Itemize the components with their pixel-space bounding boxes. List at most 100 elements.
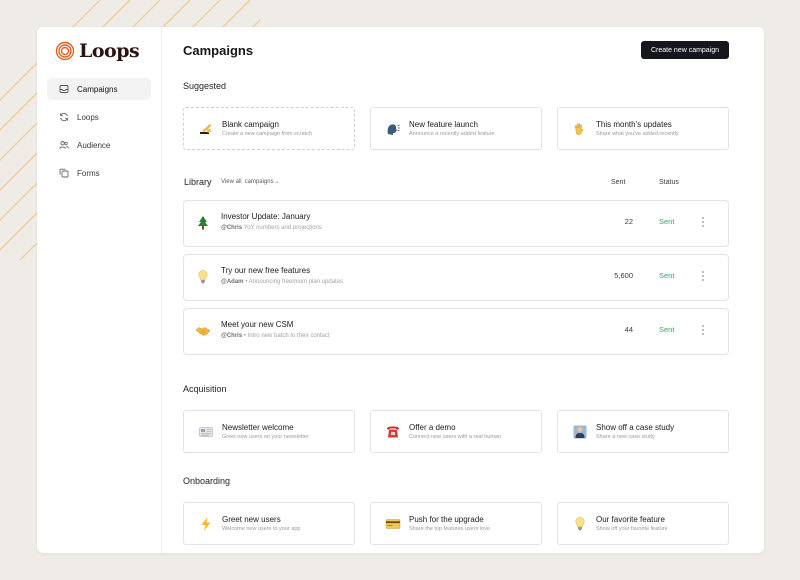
campaign-separator: • (245, 279, 248, 285)
card-subtitle: Create a new campaign from scratch (222, 131, 312, 137)
campaign-row[interactable]: Meet your new CSM @Chris • Intro new bat… (183, 308, 729, 355)
template-card[interactable]: Show off a case study Share a new case s… (557, 410, 729, 453)
create-campaign-button[interactable]: Create new campaign (641, 41, 729, 59)
campaign-meta: @Adam • Announcing freemium plan updates (221, 279, 343, 285)
more-options-icon[interactable] (700, 323, 706, 337)
speaking-head-icon (384, 120, 402, 138)
column-header-sent: Sent (611, 179, 626, 186)
sidebar-item-label: Loops (77, 112, 99, 122)
sidebar-item-label: Audience (77, 140, 111, 150)
arrow-right-icon: → (273, 179, 280, 185)
loops-logo-icon (55, 41, 75, 61)
card-title: Show off a case study (596, 423, 675, 432)
campaign-sent-count: 5,600 (614, 271, 633, 280)
template-card[interactable]: Blank campaign Create a new campaign fro… (183, 107, 355, 150)
logo[interactable]: Loops (55, 40, 140, 62)
suggested-cards: Blank campaign Create a new campaign fro… (183, 107, 729, 150)
sidebar-item-audience[interactable]: Audience (47, 134, 151, 156)
campaign-meta: @Chris • Intro new batch to their contac… (221, 333, 330, 339)
campaign-row[interactable]: Investor Update: January @Chris YoY numb… (183, 200, 729, 247)
template-card[interactable]: Offer a demo Connect new users with a re… (370, 410, 542, 453)
lightbulb-icon (195, 269, 211, 285)
more-options-icon[interactable] (700, 269, 706, 283)
template-card[interactable]: Greet new users Welcome new users to you… (183, 502, 355, 545)
campaign-title: Investor Update: January (221, 212, 311, 221)
sidebar-nav: Campaigns Loops Audience Forms (47, 78, 151, 190)
card-subtitle: Greet new users on your newsletter (222, 434, 309, 440)
section-title-suggested: Suggested (183, 81, 227, 91)
writing-hand-icon (197, 120, 215, 138)
campaign-author: @Adam (221, 279, 244, 285)
card-title: New feature launch (409, 120, 478, 129)
campaign-sent-count: 44 (624, 325, 633, 334)
lightbulb-icon (571, 515, 589, 533)
campaign-author: @Chris (221, 225, 243, 231)
acquisition-cards: Newsletter welcome Greet new users on yo… (183, 410, 729, 453)
campaign-description: YoY numbers and projections (243, 225, 322, 231)
lightning-icon (197, 515, 215, 533)
waving-hand-icon (571, 120, 589, 138)
card-subtitle: Show off your favorite feature (596, 526, 668, 532)
card-title: Greet new users (222, 515, 281, 524)
sidebar: Loops Campaigns Loops Audience Forms (37, 27, 162, 553)
onboarding-cards: Greet new users Welcome new users to you… (183, 502, 729, 545)
sidebar-item-forms[interactable]: Forms (47, 162, 151, 184)
logo-text: Loops (79, 40, 140, 62)
card-subtitle: Share the top features users love (409, 526, 491, 532)
campaign-title: Try our new free features (221, 266, 311, 275)
column-header-status: Status (659, 179, 679, 186)
card-subtitle: Connect new users with a real human (409, 434, 502, 440)
more-options-icon[interactable] (700, 215, 706, 229)
library-header: Library View all campaigns→ Sent Status (183, 177, 729, 191)
sidebar-item-label: Campaigns (77, 84, 118, 94)
card-title: Blank campaign (222, 120, 279, 129)
card-subtitle: Welcome new users to your app (222, 526, 301, 532)
campaign-description: Intro new batch to their contact (247, 333, 330, 339)
template-card[interactable]: New feature launch Announce a recently a… (370, 107, 542, 150)
card-subtitle: Announce a recently added feature (409, 131, 495, 137)
handshake-icon (195, 323, 211, 339)
campaign-status: Sent (659, 271, 675, 280)
template-card[interactable]: Push for the upgrade Share the top featu… (370, 502, 542, 545)
telephone-icon (384, 423, 402, 441)
campaign-sent-count: 22 (624, 217, 633, 226)
campaign-row[interactable]: Try our new free features @Adam • Announ… (183, 254, 729, 301)
tree-icon (195, 215, 211, 231)
sidebar-item-campaigns[interactable]: Campaigns (47, 78, 151, 100)
main-content: Campaigns Create new campaign Suggested … (162, 27, 764, 553)
campaign-author: @Chris (221, 333, 243, 339)
copy-icon (59, 168, 69, 178)
campaign-title: Meet your new CSM (221, 320, 294, 329)
credit-card-icon (384, 515, 402, 533)
view-all-prefix: View all (221, 179, 242, 185)
card-subtitle: Share a new case study (596, 434, 655, 440)
card-title: Offer a demo (409, 423, 456, 432)
page-title: Campaigns (183, 43, 254, 58)
template-card[interactable]: Our favorite feature Show off your favor… (557, 502, 729, 545)
refresh-icon (60, 112, 68, 122)
sidebar-item-label: Forms (77, 168, 100, 178)
card-subtitle: Share what you've added recently (596, 131, 679, 137)
users-icon (59, 141, 69, 149)
section-title-onboarding: Onboarding (183, 476, 231, 486)
campaign-separator: • (243, 333, 246, 339)
app-window: Loops Campaigns Loops Audience Forms Cam… (37, 27, 764, 553)
card-title: Newsletter welcome (222, 423, 294, 432)
newspaper-icon (197, 423, 215, 441)
person-in-suit-icon (571, 423, 589, 441)
template-card[interactable]: This month's updates Share what you've a… (557, 107, 729, 150)
sidebar-item-loops[interactable]: Loops (47, 106, 151, 128)
view-all-label: campaigns (244, 179, 274, 185)
section-title-library: Library (184, 177, 212, 187)
campaign-meta: @Chris YoY numbers and projections (221, 225, 322, 231)
campaign-status: Sent (659, 217, 675, 226)
campaign-description: Announcing freemium plan updates (248, 279, 344, 285)
card-title: Our favorite feature (596, 515, 665, 524)
campaign-status: Sent (659, 325, 675, 334)
card-title: This month's updates (596, 120, 672, 129)
section-title-acquisition: Acquisition (183, 384, 227, 394)
inbox-icon (59, 85, 69, 93)
template-card[interactable]: Newsletter welcome Greet new users on yo… (183, 410, 355, 453)
card-title: Push for the upgrade (409, 515, 484, 524)
view-all-campaigns-link[interactable]: View all campaigns→ (221, 179, 280, 185)
